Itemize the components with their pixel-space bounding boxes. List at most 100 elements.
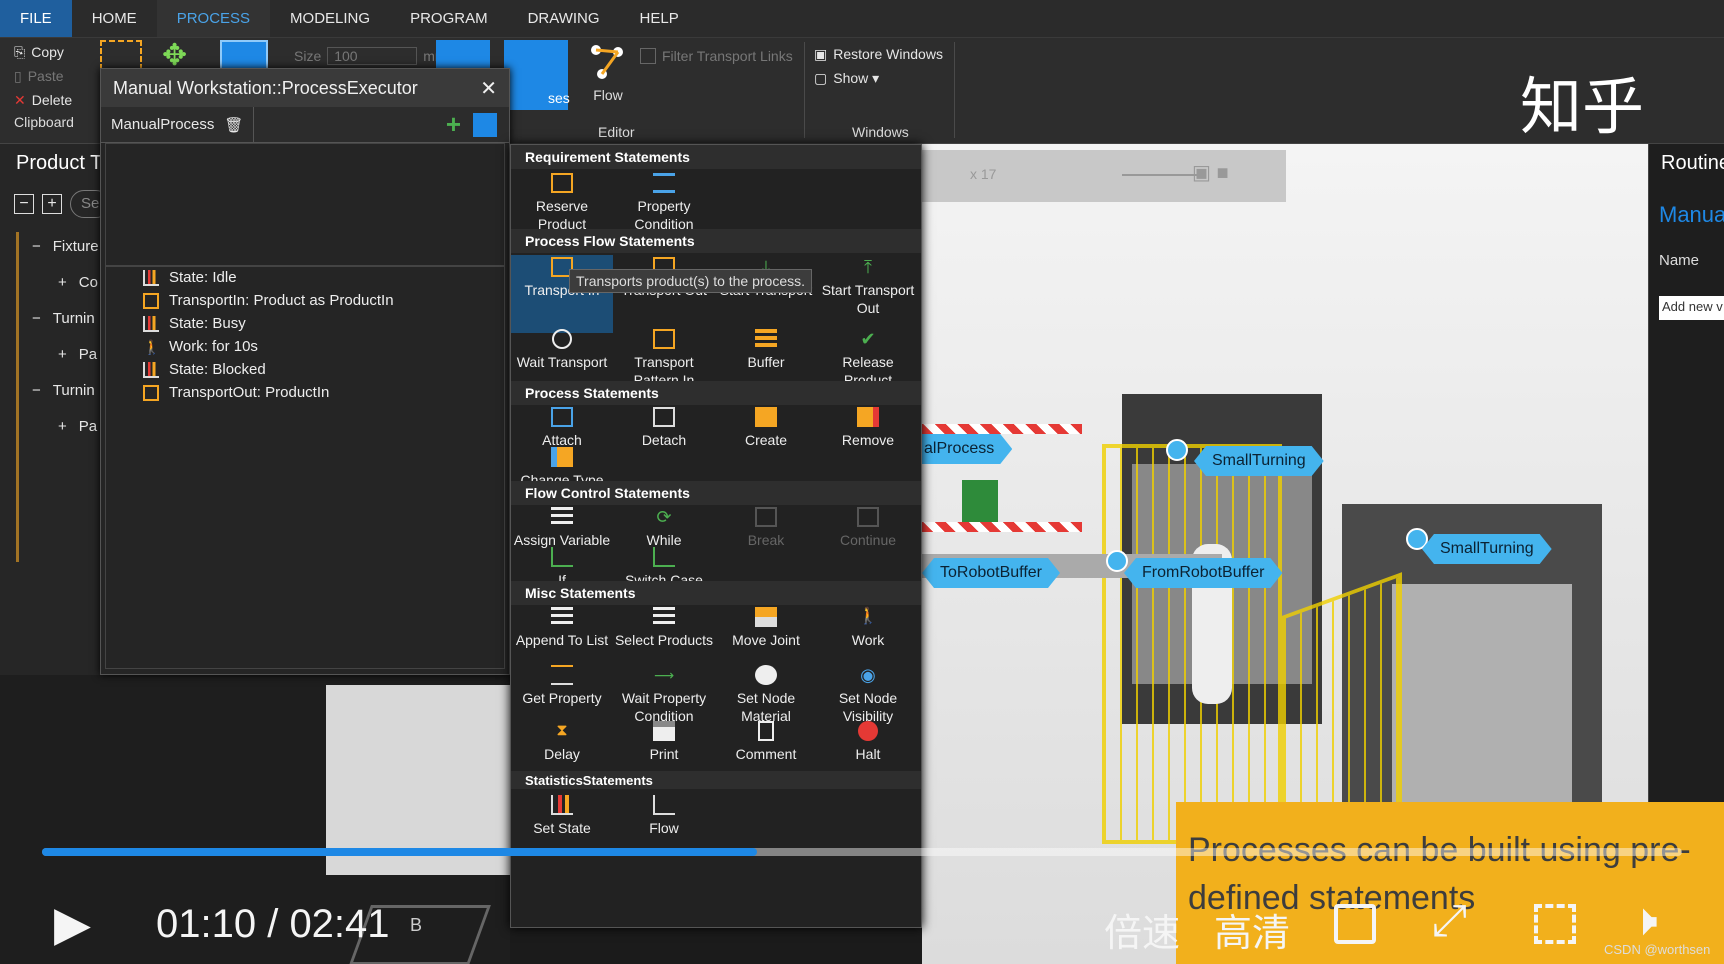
- list-add-icon: [551, 607, 573, 627]
- tree-item[interactable]: + Co: [14, 274, 98, 291]
- tree-item[interactable]: − Turnin: [14, 382, 95, 399]
- continue-icon: [857, 507, 879, 527]
- statement-item[interactable]: 🚶 Work: for 10s: [143, 338, 258, 355]
- set-node-visibility-item[interactable]: ◉ Set Node Visibility: [817, 665, 919, 725]
- select-region-icon[interactable]: [100, 40, 142, 70]
- flow-stat-item[interactable]: Flow: [613, 795, 715, 837]
- menu-drawing[interactable]: DRAWING: [508, 0, 620, 37]
- delay-item[interactable]: ⧗ Delay: [511, 721, 613, 763]
- restore-windows-button[interactable]: ▣ Restore Windows: [814, 42, 943, 66]
- close-icon[interactable]: ✕: [480, 76, 497, 101]
- worker-icon: 🚶: [143, 338, 161, 355]
- zoom-level: x 17: [970, 166, 997, 182]
- list-icon: [551, 507, 573, 527]
- assign-variable-item[interactable]: Assign Variable: [511, 507, 613, 549]
- node-label[interactable]: SmallTurning: [1422, 534, 1552, 564]
- create-item[interactable]: Create: [715, 407, 817, 449]
- wait-property-icon: ⟶: [653, 667, 675, 683]
- node-dot[interactable]: [1166, 439, 1188, 461]
- camera-icon[interactable]: ▣ ■: [1192, 160, 1229, 185]
- collapse-all-icon[interactable]: −: [14, 194, 34, 214]
- statement-item[interactable]: State: Idle: [143, 269, 237, 286]
- reserve-product-item[interactable]: Reserve Product: [511, 173, 613, 233]
- show-dropdown[interactable]: ▢ Show ▾: [814, 66, 943, 90]
- process-tab[interactable]: ManualProcess 🗑: [101, 106, 255, 143]
- menu-process[interactable]: PROCESS: [156, 0, 271, 37]
- chart-icon: [143, 269, 159, 286]
- tree-item[interactable]: + Pa: [14, 346, 97, 363]
- comment-item[interactable]: Comment: [715, 721, 817, 763]
- viewport-toolbar: x 17 ▣ ■: [922, 150, 1286, 202]
- switch-icon: [653, 547, 675, 567]
- delete-button[interactable]: ✕ Delete: [14, 88, 74, 112]
- zoom-slider[interactable]: [1122, 174, 1202, 176]
- statement-item[interactable]: TransportOut: ProductIn: [143, 384, 329, 401]
- append-to-list-item[interactable]: Append To List: [511, 607, 613, 649]
- filter-transport-links-checkbox[interactable]: Filter Transport Links: [640, 44, 793, 68]
- menu-home[interactable]: HOME: [72, 0, 157, 37]
- add-icon[interactable]: +: [446, 109, 461, 140]
- print-item[interactable]: Print: [613, 721, 715, 763]
- size-field[interactable]: Size 100 mm: [294, 44, 447, 68]
- node-label[interactable]: FromRobotBuffer: [1124, 558, 1282, 588]
- menu-file[interactable]: FILE: [0, 0, 72, 37]
- statement-item[interactable]: State: Busy: [143, 315, 246, 332]
- set-node-material-item[interactable]: Set Node Material: [715, 665, 817, 725]
- executor-title-bar[interactable]: Manual Workstation::ProcessExecutor ✕: [101, 69, 509, 107]
- work-item[interactable]: 🚶 Work: [817, 607, 919, 649]
- transport-pattern-in-item[interactable]: Transport Pattern In: [613, 329, 715, 389]
- while-item[interactable]: ⟳ While: [613, 507, 715, 549]
- upload-icon: ⤒: [864, 257, 872, 277]
- get-property-item[interactable]: Get Property: [511, 665, 613, 707]
- break-item[interactable]: Break: [715, 507, 817, 549]
- speed-button[interactable]: 倍速: [1104, 902, 1180, 957]
- trash-icon[interactable]: 🗑: [224, 116, 243, 134]
- copy-button[interactable]: ⎘ Copy: [14, 40, 74, 64]
- halt-item[interactable]: Halt: [817, 721, 919, 763]
- add-new-input[interactable]: Add new v: [1659, 296, 1724, 320]
- quality-button[interactable]: 高清: [1214, 902, 1290, 957]
- menu-modeling[interactable]: MODELING: [270, 0, 390, 37]
- tree-item[interactable]: − Turnin: [14, 310, 95, 327]
- tree-item[interactable]: − Fixture: [14, 238, 99, 255]
- wait-property-condition-item[interactable]: ⟶ Wait Property Condition: [613, 665, 715, 725]
- volume-icon[interactable]: 🕨: [1630, 896, 1658, 946]
- expand-all-icon[interactable]: +: [42, 194, 62, 214]
- detach-item[interactable]: Detach: [613, 407, 715, 449]
- paste-button[interactable]: ▯ Paste: [14, 64, 74, 88]
- buffer-item[interactable]: Buffer: [715, 329, 817, 371]
- eye-icon: ◉: [860, 665, 876, 685]
- size-input[interactable]: 100: [327, 47, 418, 65]
- statements-button[interactable]: ses: [504, 40, 570, 110]
- routine-subtitle: Manua: [1659, 202, 1724, 227]
- menu-help[interactable]: HELP: [620, 0, 699, 37]
- property-condition-item[interactable]: Property Condition: [613, 173, 715, 233]
- grid-icon[interactable]: [473, 112, 497, 137]
- node-label[interactable]: alProcess: [922, 434, 1012, 464]
- tree-item[interactable]: + Pa: [14, 418, 97, 435]
- hazard-stripe: [922, 424, 1082, 434]
- transport-in-icon: [143, 292, 159, 309]
- node-dot[interactable]: [1106, 550, 1128, 572]
- menu-program[interactable]: PROGRAM: [390, 0, 508, 37]
- wait-transport-item[interactable]: Wait Transport: [511, 329, 613, 371]
- widescreen-icon[interactable]: ⤢: [1432, 896, 1467, 946]
- attach-item[interactable]: Attach: [511, 407, 613, 449]
- fullscreen-icon[interactable]: [1534, 904, 1576, 944]
- node-label[interactable]: SmallTurning: [1194, 446, 1324, 476]
- statement-item[interactable]: State: Blocked: [143, 361, 266, 378]
- select-products-item[interactable]: Select Products: [613, 607, 715, 649]
- executor-properties-area: [105, 143, 505, 267]
- transport-in-item[interactable]: Transport In: [511, 255, 613, 333]
- continue-item[interactable]: Continue: [817, 507, 919, 549]
- set-state-item[interactable]: Set State: [511, 795, 613, 837]
- flow-button[interactable]: Flow: [588, 42, 628, 103]
- start-transport-out-item[interactable]: ⤒ Start Transport Out: [817, 257, 919, 317]
- statement-item[interactable]: TransportIn: Product as ProductIn: [143, 292, 394, 309]
- move-joint-item[interactable]: Move Joint: [715, 607, 817, 649]
- node-label[interactable]: ToRobotBuffer: [922, 558, 1060, 588]
- paste-icon: ▯: [14, 67, 22, 84]
- play-icon[interactable]: ▶: [54, 896, 91, 952]
- picture-in-picture-icon[interactable]: [1334, 904, 1376, 944]
- remove-item[interactable]: Remove: [817, 407, 919, 449]
